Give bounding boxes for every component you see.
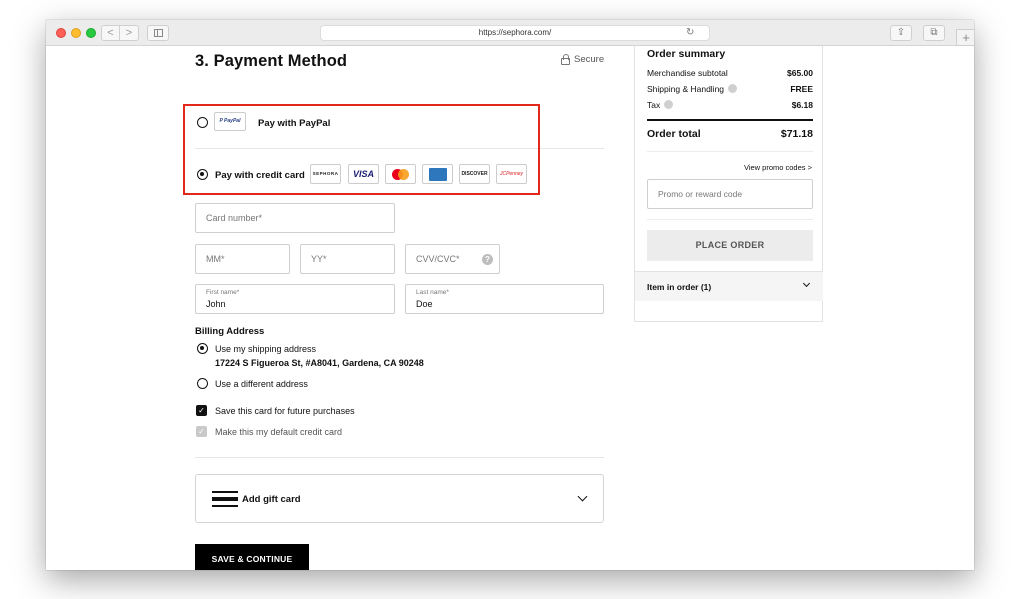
- page-title: 3. Payment Method: [195, 52, 348, 70]
- tax-row: Tax $6.18: [647, 100, 813, 110]
- reload-icon[interactable]: ↻: [686, 25, 694, 41]
- sidebar-icon: [154, 29, 163, 37]
- place-order-button[interactable]: PLACE ORDER: [647, 230, 813, 261]
- items-in-order-toggle[interactable]: Item in order (1): [635, 271, 823, 301]
- check-icon: ✓: [198, 427, 205, 436]
- first-name-field[interactable]: First name* John: [195, 284, 395, 314]
- promo-code-input[interactable]: Promo or reward code: [647, 179, 813, 209]
- tabs-icon: ⧉: [930, 27, 938, 38]
- divider: [647, 219, 813, 220]
- different-address-radio[interactable]: [197, 378, 208, 389]
- order-summary-title: Order summary: [647, 48, 726, 60]
- merchandise-subtotal-row: Merchandise subtotal $65.00: [647, 68, 813, 78]
- info-icon[interactable]: [728, 84, 738, 93]
- address-bar[interactable]: https://sephora.com/: [320, 25, 710, 41]
- browser-toolbar: < > https://sephora.com/ ↻ ⇪ ⧉ +: [46, 20, 974, 46]
- minimize-window-button[interactable]: [71, 28, 81, 38]
- chevron-down-icon: [802, 279, 811, 288]
- share-button[interactable]: ⇪: [890, 25, 912, 41]
- info-icon[interactable]: [664, 100, 674, 109]
- share-icon: ⇪: [896, 27, 906, 38]
- last-name-field[interactable]: Last name* Doe: [405, 284, 604, 314]
- expiry-year-field[interactable]: YY*: [300, 244, 395, 274]
- chevron-down-icon: [577, 491, 588, 502]
- secure-indicator: Secure: [561, 54, 604, 65]
- expiry-month-field[interactable]: MM*: [195, 244, 290, 274]
- order-total-row: Order total $71.18: [647, 128, 813, 140]
- use-shipping-label[interactable]: Use my shipping address: [215, 344, 316, 354]
- chevron-right-icon: >: [125, 27, 133, 39]
- save-card-checkbox[interactable]: ✓: [196, 405, 207, 416]
- save-continue-button[interactable]: SAVE & CONTINUE: [195, 544, 309, 570]
- total-divider: [647, 119, 813, 121]
- default-card-checkbox: ✓: [196, 426, 207, 437]
- cvv-field[interactable]: CVV/CVC* ?: [405, 244, 500, 274]
- highlight-box: [183, 104, 540, 195]
- check-icon: ✓: [198, 406, 205, 415]
- different-address-label[interactable]: Use a different address: [215, 379, 308, 389]
- default-card-label: Make this my default credit card: [215, 427, 343, 437]
- use-shipping-radio[interactable]: [197, 343, 208, 354]
- divider: [195, 457, 604, 458]
- forward-button[interactable]: >: [120, 25, 139, 41]
- tab-overview-button[interactable]: ⧉: [923, 25, 945, 41]
- billing-heading: Billing Address: [195, 326, 265, 337]
- back-button[interactable]: <: [101, 25, 120, 41]
- lock-icon: [561, 54, 570, 65]
- divider: [647, 151, 813, 152]
- shipping-row: Shipping & Handling FREE: [647, 84, 813, 94]
- order-summary-panel: Order summary Merchandise subtotal $65.0…: [634, 46, 823, 322]
- secure-label: Secure: [574, 54, 605, 65]
- chevron-left-icon: <: [107, 27, 114, 39]
- add-gift-card-toggle[interactable]: Add gift card: [195, 474, 604, 523]
- card-number-field[interactable]: Card number*: [195, 203, 395, 233]
- new-tab-button[interactable]: +: [956, 29, 974, 46]
- gift-card-icon: [212, 491, 238, 508]
- checkout-page: 3. Payment Method Secure P PayPal Pay wi…: [46, 46, 974, 570]
- gift-card-label: Add gift card: [242, 494, 301, 505]
- plus-icon: +: [962, 30, 970, 45]
- sidebar-toggle-button[interactable]: [147, 25, 169, 41]
- fullscreen-window-button[interactable]: [86, 28, 96, 38]
- help-icon[interactable]: ?: [482, 254, 493, 265]
- browser-window: < > https://sephora.com/ ↻ ⇪ ⧉ + 3. Paym…: [46, 20, 974, 570]
- view-promo-codes-link[interactable]: View promo codes >: [744, 163, 812, 172]
- close-window-button[interactable]: [56, 28, 66, 38]
- shipping-address-text: 17224 S Figueroa St, #A8041, Gardena, CA…: [215, 358, 424, 368]
- url-text: https://sephora.com/: [478, 28, 552, 37]
- save-card-label[interactable]: Save this card for future purchases: [215, 406, 355, 416]
